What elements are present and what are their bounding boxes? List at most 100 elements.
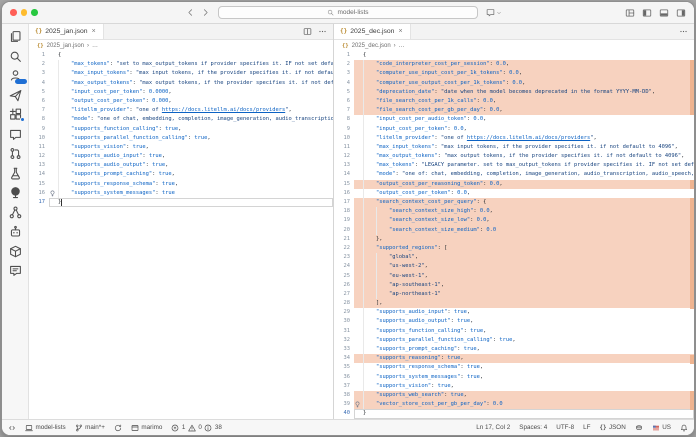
gutter-margin (354, 152, 363, 161)
gutter-margin (354, 216, 363, 225)
line-number: 31 (334, 327, 354, 336)
code-text: "search_context_size_medium": 0.0 (363, 226, 694, 235)
gutter-margin (354, 115, 363, 124)
split-editor-icon[interactable] (303, 27, 312, 36)
copilot-chat-button[interactable] (486, 8, 502, 17)
close-window-button[interactable] (10, 9, 17, 16)
flag-icon (652, 424, 660, 432)
code-text: "supports_prompt_caching": true, (363, 345, 694, 354)
status-marimo[interactable]: marimo (131, 424, 163, 432)
status-sync-changes[interactable] (114, 424, 122, 432)
breadcrumb[interactable]: {}2025_jan.json›… (29, 40, 333, 51)
status-indentation[interactable]: Spaces: 4 (519, 424, 547, 431)
status-problems[interactable]: 1038 (171, 424, 222, 432)
close-icon[interactable]: × (397, 29, 403, 35)
nav-back-icon[interactable] (186, 8, 195, 17)
status-cursor-position[interactable]: Ln 17, Col 2 (476, 424, 510, 431)
code-editor[interactable]: 1{2 "max_tokens": "set to max_output_tok… (29, 51, 333, 419)
code-line: 8 "mode": "one of chat, embedding, compl… (29, 115, 333, 124)
toggle-panel-icon[interactable] (659, 8, 669, 18)
pull-requests-icon[interactable] (7, 147, 24, 160)
accounts-icon[interactable] (7, 69, 24, 82)
code-line: 8 "input_cost_per_audio_token": 0.0, (334, 115, 694, 124)
editor-tab[interactable]: {}2025_jan.json× (29, 24, 104, 39)
code-line: 16 "supports_system_messages": true (29, 189, 333, 198)
code-line: 1{ (334, 51, 694, 60)
chat-bubble-icon (486, 8, 495, 17)
gutter-margin (354, 170, 363, 179)
code-line: 11 "max_input_tokens": "max input tokens… (334, 143, 694, 152)
gutter-margin (354, 60, 363, 69)
run-and-debug-icon[interactable] (7, 89, 24, 102)
gutter-margin (49, 161, 58, 170)
code-text: "supports_system_messages": true (58, 189, 333, 198)
error-icon (171, 424, 179, 432)
toggle-sidebar-left-icon[interactable] (642, 8, 652, 18)
command-center-query: model-lists (337, 9, 368, 16)
zoom-window-button[interactable] (31, 9, 38, 16)
copilot-chat-icon[interactable] (7, 128, 24, 141)
close-icon[interactable]: × (91, 29, 97, 35)
comments-icon[interactable] (7, 264, 24, 277)
live-share-icon[interactable] (7, 186, 24, 199)
code-line: 5 "input_cost_per_token": 0.0000, (29, 88, 333, 97)
more-actions-icon[interactable] (679, 27, 688, 36)
command-center[interactable]: model-lists (218, 6, 478, 19)
ai-assistant-icon[interactable] (7, 225, 24, 238)
status-workspace[interactable]: model-lists (25, 424, 66, 432)
line-number: 9 (29, 125, 49, 134)
code-line: 24 "us-west-2", (334, 262, 694, 271)
code-editor[interactable]: 1{2 "code_interpreter_cost_per_session":… (334, 51, 694, 419)
gutter-margin (354, 354, 363, 363)
search-icon[interactable] (7, 50, 24, 63)
lightbulb-icon[interactable] (49, 189, 58, 198)
code-text: "ap-southeast-1", (363, 281, 694, 290)
chevron-down-icon (496, 10, 502, 16)
line-number: 8 (334, 115, 354, 124)
code-text: "max_tokens": "LEGACY parameter. set to … (363, 161, 694, 170)
code-text: } (363, 409, 694, 418)
minimize-window-button[interactable] (21, 9, 28, 16)
code-text: "mode": "one of: chat, embedding, comple… (363, 170, 694, 179)
explorer-icon[interactable] (7, 30, 24, 43)
status-text: Ln 17, Col 2 (476, 424, 510, 431)
lightbulb-icon[interactable] (354, 400, 363, 409)
toggle-sidebar-right-icon[interactable] (676, 8, 686, 18)
search-icon (327, 9, 334, 16)
gutter-margin (354, 244, 363, 253)
gutter-margin (354, 125, 363, 134)
gutter-margin (49, 143, 58, 152)
code-line: 20 "search_context_size_medium": 0.0 (334, 226, 694, 235)
gutter-margin (49, 97, 58, 106)
extensions-icon[interactable] (7, 108, 24, 121)
customize-layout-icon[interactable] (625, 8, 635, 18)
device-icon (25, 424, 33, 432)
code-text: "supports_function_calling": true, (363, 327, 694, 336)
status-keyboard-layout[interactable]: US (652, 424, 671, 432)
remote-explorer-icon[interactable] (7, 206, 24, 219)
status-notifications[interactable] (680, 424, 688, 432)
nav-forward-icon[interactable] (201, 8, 210, 17)
line-number: 36 (334, 373, 354, 382)
editor-tab[interactable]: {}2025_dec.json× (334, 24, 411, 39)
status-remote-indicator[interactable] (8, 424, 16, 432)
code-line: 9 "input_cost_per_token": 0.0, (334, 125, 694, 134)
breadcrumb-tail: … (92, 43, 98, 49)
code-line: 7 "litellm_provider": "one of https://do… (29, 106, 333, 115)
status-eol[interactable]: LF (583, 424, 590, 431)
testing-icon[interactable] (7, 167, 24, 180)
line-number: 25 (334, 272, 354, 281)
branch-icon (75, 424, 83, 432)
code-text: "supports_vision": true, (58, 143, 333, 152)
status-encoding[interactable]: UTF-8 (556, 424, 574, 431)
status-language-mode[interactable]: {}JSON (599, 424, 625, 431)
status-text: JSON (609, 424, 626, 431)
code-text: "computer_use_output_cost_per_1k_tokens"… (363, 79, 694, 88)
breadcrumb[interactable]: {}2025_dec.json›… (334, 40, 694, 51)
status-git-branch[interactable]: main*+ (75, 424, 105, 432)
more-actions-icon[interactable] (318, 27, 327, 36)
containers-icon[interactable] (7, 245, 24, 258)
code-text: } (58, 198, 333, 207)
status-copilot-status[interactable] (635, 424, 643, 432)
line-number: 29 (334, 308, 354, 317)
